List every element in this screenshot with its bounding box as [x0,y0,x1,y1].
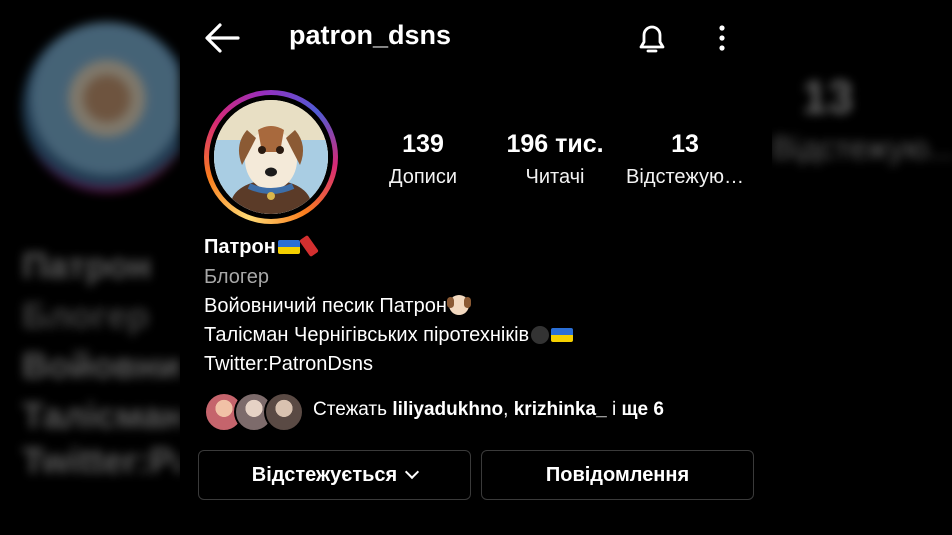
blurred-right-panel: 13 Відстежую... [772,0,952,535]
following-label: Відстежую… [626,166,744,188]
message-button[interactable]: Повідомлення [481,450,754,500]
separator: , [503,399,514,420]
followers-label: Читачі [525,166,585,188]
bio-link[interactable]: Twitter:PatronDsns [204,353,373,376]
dog-avatar-illustration [214,100,328,214]
blurred-avatar [22,22,180,192]
followers-count: 196 тис. [506,130,604,158]
arrow-left-icon [205,23,240,53]
blurred-name: Патрон [22,245,152,286]
ukraine-flag-icon [277,240,300,254]
blurred-bio-line: Талісман [22,395,180,436]
avatar-frame [209,95,333,219]
blurred-following-count: 13 [802,71,854,123]
follower-username: krizhinka_ [513,399,607,420]
bomb-icon [531,326,550,344]
message-button-label: Повідомлення [545,463,690,486]
posts-stat[interactable]: 139 Дописи [378,128,468,194]
blurred-following-label: Відстежую... [772,130,952,166]
profile-category: Блогер [204,266,270,288]
notifications-button[interactable] [632,18,672,58]
following-count: 13 [671,130,699,158]
top-bar: patron_dsns [180,0,772,76]
following-stat[interactable]: 13 Відстежую… [620,128,750,194]
bio-text: Талісман Чернігівських піротехніків [204,324,530,346]
followed-by-row[interactable]: Стежать liliyadukhno, krizhinka_ і ще 6 [204,390,764,432]
blurred-left-panel: Патрон Блогер Войовнич Талісман Twitter:… [0,0,180,535]
dog-face-icon [446,295,471,315]
bio-text: Войовничий песик Патрон [204,295,447,317]
follower-avatar [264,392,304,432]
posts-label: Дописи [388,166,458,188]
followed-by-prefix: Стежать [313,399,393,420]
ukraine-flag-icon [551,328,574,342]
bio-line: Войовничий песик Патрон [204,295,471,318]
blurred-category: Блогер [22,295,150,336]
avatar[interactable] [214,100,328,214]
profile-screen: patron_dsns 139 Дописи 196 тис. Читачі 1… [180,0,772,535]
conjunction: і [606,399,622,420]
following-button-label: Відстежується [251,463,398,486]
more-options-button[interactable] [710,22,734,56]
others-count: ще 6 [621,399,664,420]
more-vertical-icon [719,25,725,51]
follower-username: liliyadukhno [392,399,504,420]
chevron-down-icon [405,464,420,480]
display-name-text: Патрон [204,236,276,258]
story-ring[interactable] [204,90,338,224]
bio-line: Талісман Чернігівських піротехніків [204,324,574,347]
blurred-bio-line: Войовнич [22,345,180,386]
firecracker-icon [298,234,319,258]
back-button[interactable] [202,20,242,56]
following-button[interactable]: Відстежується [198,450,471,500]
bell-icon [639,25,665,53]
blurred-bio-line: Twitter:Pa [22,440,180,481]
profile-display-name: Патрон [204,234,319,259]
followers-stat[interactable]: 196 тис. Читачі [490,128,620,194]
followed-by-text: Стежать liliyadukhno, krizhinka_ і ще 6 [313,399,664,421]
profile-username: patron_dsns [289,20,452,50]
posts-count: 139 [402,130,444,158]
